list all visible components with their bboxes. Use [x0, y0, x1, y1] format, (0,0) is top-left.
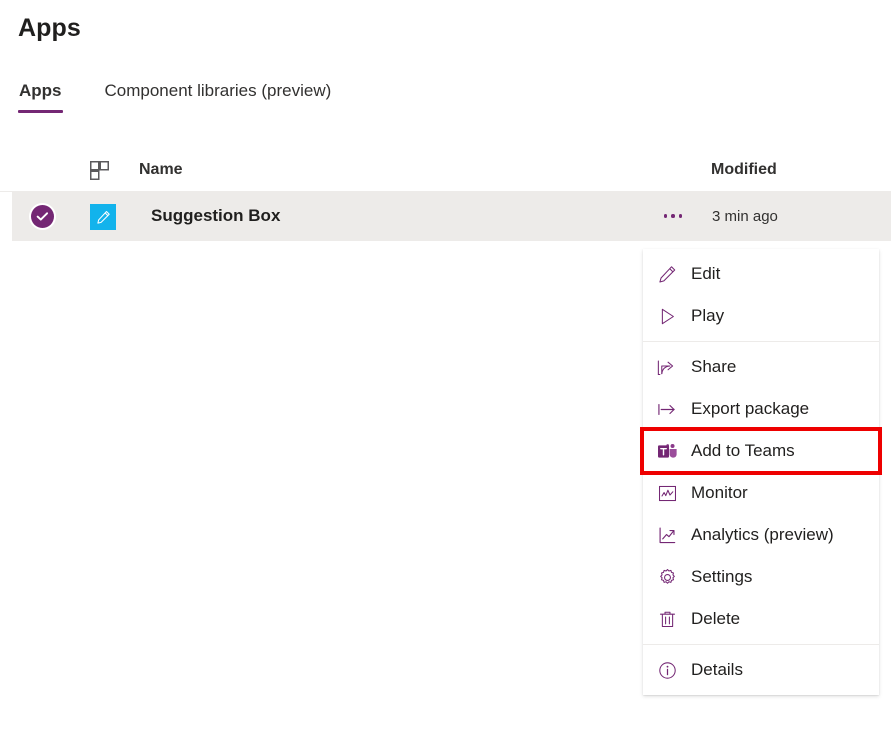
menu-item-analytics[interactable]: Analytics (preview): [643, 514, 879, 556]
share-icon: [655, 356, 679, 378]
app-context-menu: Edit Play Share Exp: [643, 249, 879, 695]
menu-separator: [643, 341, 879, 342]
column-header-modified[interactable]: Modified: [711, 159, 777, 181]
menu-item-edit-label: Edit: [691, 263, 720, 285]
teams-icon: [655, 440, 679, 462]
trash-icon: [655, 608, 679, 630]
menu-item-settings-label: Settings: [691, 566, 752, 588]
menu-item-export-package-label: Export package: [691, 398, 809, 420]
more-horizontal-icon[interactable]: [655, 200, 691, 232]
menu-item-share[interactable]: Share: [643, 346, 879, 388]
menu-item-play[interactable]: Play: [643, 295, 879, 337]
menu-item-delete[interactable]: Delete: [643, 598, 879, 640]
menu-item-delete-label: Delete: [691, 608, 740, 630]
monitor-icon: [655, 482, 679, 504]
row-modified-value: 3 min ago: [712, 207, 778, 227]
menu-item-play-label: Play: [691, 305, 724, 327]
table-header-row: Name Modified: [0, 150, 891, 192]
menu-item-monitor[interactable]: Monitor: [643, 472, 879, 514]
menu-separator: [643, 644, 879, 645]
pencil-icon: [655, 263, 679, 285]
check-circle-icon[interactable]: [31, 205, 54, 228]
menu-item-details[interactable]: Details: [643, 649, 879, 691]
analytics-icon: [655, 524, 679, 546]
tab-component-libraries[interactable]: Component libraries (preview): [104, 80, 333, 113]
menu-item-monitor-label: Monitor: [691, 482, 748, 504]
menu-item-details-label: Details: [691, 659, 743, 681]
info-icon: [655, 659, 679, 681]
menu-item-settings[interactable]: Settings: [643, 556, 879, 598]
page-title: Apps: [18, 14, 81, 43]
pivot-tabs: Apps Component libraries (preview): [18, 80, 332, 113]
menu-item-add-to-teams-label: Add to Teams: [691, 440, 795, 462]
menu-item-add-to-teams[interactable]: Add to Teams: [643, 430, 879, 472]
tab-component-libraries-label: Component libraries (preview): [105, 81, 332, 100]
play-icon: [655, 305, 679, 327]
gear-icon: [655, 566, 679, 588]
menu-item-analytics-label: Analytics (preview): [691, 524, 834, 546]
menu-item-export-package[interactable]: Export package: [643, 388, 879, 430]
table-row[interactable]: Suggestion Box 3 min ago: [12, 192, 891, 241]
column-header-name[interactable]: Name: [139, 159, 183, 181]
tab-apps-label: Apps: [19, 81, 62, 100]
apps-table: Name Modified Suggestion Box 3 min ago: [0, 150, 891, 241]
menu-item-share-label: Share: [691, 356, 736, 378]
app-name-link[interactable]: Suggestion Box: [151, 205, 280, 227]
export-icon: [655, 398, 679, 420]
app-grid-icon[interactable]: [90, 161, 109, 180]
menu-item-edit[interactable]: Edit: [643, 253, 879, 295]
tab-apps[interactable]: Apps: [18, 80, 63, 113]
pencil-app-icon: [90, 204, 116, 230]
